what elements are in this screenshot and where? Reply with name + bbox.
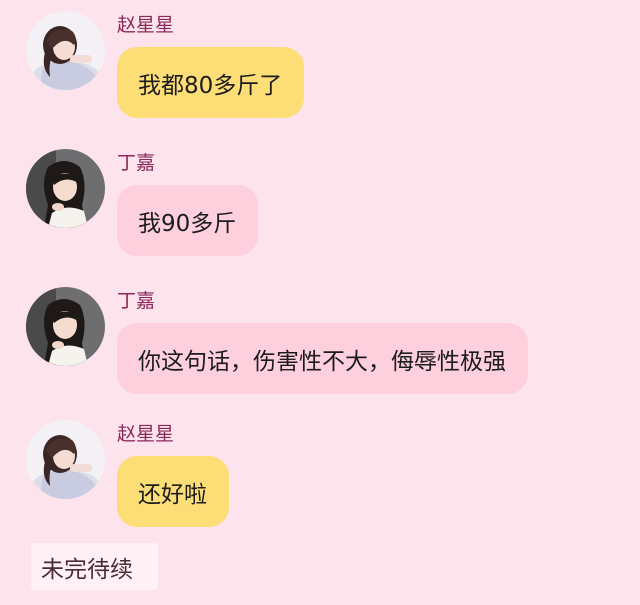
message-item: 赵星星 还好啦 — [0, 409, 640, 539]
message-item: 丁嘉 你这句话，伤害性不大，侮辱性极强 — [0, 276, 640, 406]
message-bubble[interactable]: 你这句话，伤害性不大，侮辱性极强 — [117, 323, 528, 394]
sender-name: 丁嘉 — [117, 290, 156, 312]
sender-name: 赵星星 — [117, 14, 175, 36]
avatar-ding-jia-icon[interactable] — [26, 287, 105, 366]
avatar-zhao-xingxing-icon[interactable] — [26, 11, 105, 90]
to-be-continued-label: 未完待续 — [31, 543, 158, 590]
message-item: 丁嘉 我90多斤 — [0, 138, 640, 268]
message-bubble[interactable]: 我90多斤 — [117, 185, 259, 256]
message-bubble[interactable]: 我都80多斤了 — [117, 47, 305, 118]
avatar-zhao-xingxing-icon[interactable] — [26, 420, 105, 499]
sender-name: 赵星星 — [117, 423, 175, 445]
chat-transcript: 赵星星 我都80多斤了 丁嘉 我90多斤 丁嘉 你这句话，伤害性不大，侮辱性极强… — [0, 0, 640, 605]
message-bubble[interactable]: 还好啦 — [117, 456, 229, 527]
avatar-ding-jia-icon[interactable] — [26, 149, 105, 228]
sender-name: 丁嘉 — [117, 152, 156, 174]
message-item: 赵星星 我都80多斤了 — [0, 0, 640, 130]
